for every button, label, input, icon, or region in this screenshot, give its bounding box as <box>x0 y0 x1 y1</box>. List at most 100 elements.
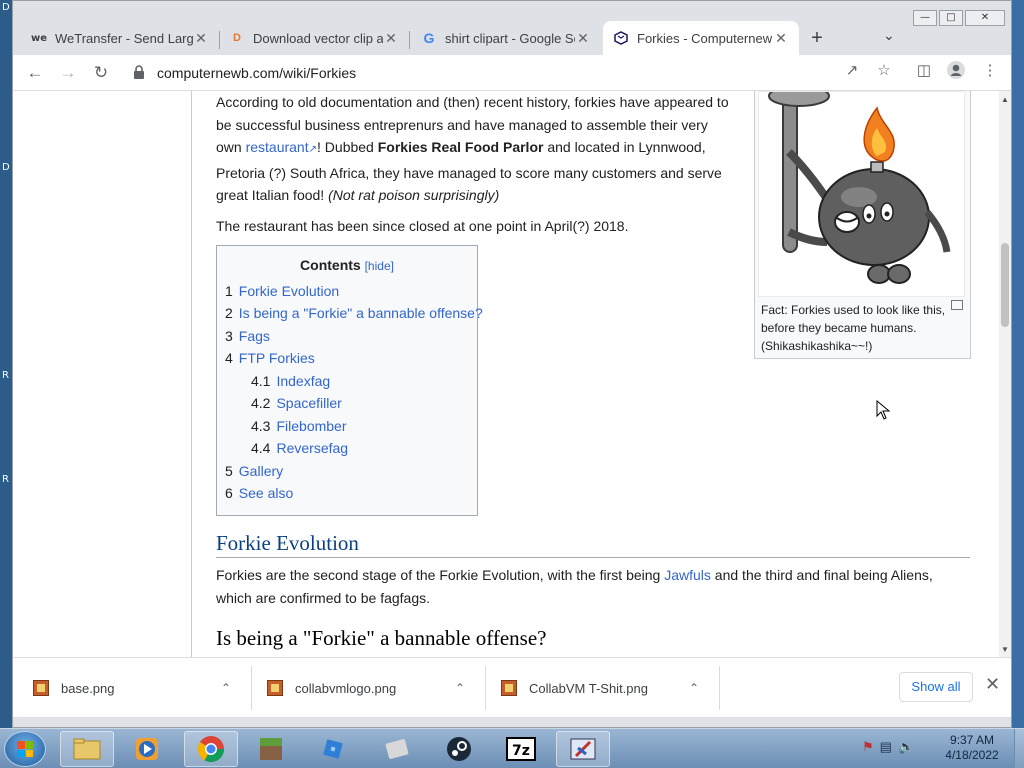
toc-item[interactable]: 4.4 Reversefag <box>225 437 469 460</box>
system-tray: ⚑ ▤ 🔈 <box>862 739 914 755</box>
toc-item[interactable]: 4.1 Indexfag <box>225 370 469 393</box>
paint-icon[interactable] <box>556 731 610 767</box>
toc-item-label: Gallery <box>238 462 284 479</box>
download-separator <box>251 666 252 710</box>
new-tab-button[interactable]: + <box>805 27 829 49</box>
forkie-image[interactable] <box>758 91 965 297</box>
tab-forkies[interactable]: Forkies - Computernewb ✕ <box>603 21 799 55</box>
toc-item[interactable]: 3 Fags <box>225 325 469 348</box>
toc-item-number: 4.3 <box>251 417 271 434</box>
disc-icon[interactable] <box>370 731 424 767</box>
roblox-icon[interactable] <box>306 731 360 767</box>
toc-item-number: 5 <box>225 462 233 479</box>
page-viewport: Fact: Forkies used to look like this, be… <box>13 91 999 657</box>
network-icon[interactable]: ▤ <box>880 739 892 755</box>
volume-icon[interactable]: 🔈 <box>898 739 914 755</box>
media-player-icon[interactable] <box>120 731 174 767</box>
chrome-icon[interactable] <box>184 731 238 767</box>
caption-text: Fact: Forkies used to look like this, be… <box>761 303 946 353</box>
close-icon[interactable]: ✕ <box>193 30 209 47</box>
tab-title: shirt clipart - Google Se <box>445 30 575 46</box>
toc-item-label: Spacefiller <box>276 395 342 411</box>
browser-window: — □ ✕ we WeTransfer - Send Large ✕ D Dow… <box>12 0 1012 728</box>
system-clock[interactable]: 9:37 AM 4/18/2022 <box>942 733 1002 763</box>
chevron-up-icon[interactable]: ⌃ <box>689 681 699 695</box>
scroll-down-arrow-icon[interactable]: ▼ <box>1001 645 1009 654</box>
tab-vector-clip[interactable]: D Download vector clip ar ✕ <box>219 21 409 55</box>
download-item[interactable]: base.png ⌃ <box>33 670 247 706</box>
toc-item[interactable]: 5 Gallery <box>225 460 469 483</box>
page-scrollbar[interactable]: ▲ ▼ <box>999 91 1011 657</box>
side-panel-icon[interactable]: ◫ <box>913 61 935 79</box>
download-item[interactable]: CollabVM T-Shit.png ⌃ <box>501 670 715 706</box>
toc-item[interactable]: 4.3 Filebomber <box>225 415 469 438</box>
toc-hide-toggle[interactable]: [hide] <box>365 259 394 273</box>
image-file-icon <box>501 680 517 696</box>
toc-item-number: 3 <box>225 327 233 344</box>
section-heading-bannable: Is being a "Forkie" a bannable offense? <box>216 626 547 650</box>
tab-strip: we WeTransfer - Send Large ✕ D Download … <box>13 19 1013 55</box>
section-heading-evolution: Forkie Evolution <box>216 531 970 558</box>
download-separator <box>719 666 720 710</box>
chevron-up-icon[interactable]: ⌃ <box>455 681 465 695</box>
toc-item-label: Forkie Evolution <box>238 282 340 299</box>
toc-list: 1 Forkie Evolution 2 Is being a "Forkie" a … <box>225 280 483 505</box>
toc-item-number: 4 <box>225 350 233 366</box>
chevron-up-icon[interactable]: ⌃ <box>221 681 231 695</box>
italic-note: (Not rat poison surprisingly) <box>328 187 500 203</box>
close-icon[interactable]: ✕ <box>575 30 591 47</box>
menu-kebab-icon[interactable]: ⋮ <box>979 61 1001 79</box>
action-center-flag-icon[interactable]: ⚑ <box>862 739 874 755</box>
scroll-thumb[interactable] <box>1001 243 1009 327</box>
show-all-button[interactable]: Show all <box>899 672 973 702</box>
restaurant-link[interactable]: restaurant <box>246 139 309 155</box>
external-link-icon: ↗ <box>308 144 318 155</box>
clock-date: 4/18/2022 <box>945 748 999 762</box>
show-desktop-button[interactable] <box>1014 729 1024 768</box>
toc-item[interactable]: 4 FTP Forkies <box>225 347 469 370</box>
toc-item-number: 4.2 <box>251 395 271 411</box>
back-arrow-icon[interactable]: ← <box>23 61 47 85</box>
start-button[interactable] <box>4 731 46 767</box>
profile-avatar[interactable] <box>945 60 967 84</box>
download-separator <box>485 666 486 710</box>
toc-item[interactable]: 1 Forkie Evolution <box>225 280 469 303</box>
share-icon[interactable]: ↗ <box>841 61 863 79</box>
enlarge-icon[interactable] <box>951 300 963 310</box>
download-filename: collabvmlogo.png <box>295 680 397 696</box>
steam-icon[interactable] <box>432 731 486 767</box>
toc-item-label: Filebomber <box>276 417 347 434</box>
explorer-icon[interactable] <box>60 731 114 767</box>
tab-wetransfer[interactable]: we WeTransfer - Send Large ✕ <box>21 21 219 55</box>
url-text[interactable]: computernewb.com/wiki/Forkies <box>157 65 356 81</box>
toc-item-label: Fags <box>238 327 270 344</box>
desktop-edge-letter: D <box>2 2 10 13</box>
bookmark-star-icon[interactable]: ☆ <box>873 61 895 79</box>
tab-search-chevron-icon[interactable]: ⌄ <box>883 27 895 44</box>
minecraft-icon[interactable] <box>244 731 298 767</box>
tab-title: WeTransfer - Send Large <box>55 30 193 46</box>
close-icon[interactable]: ✕ <box>773 30 789 47</box>
download-item[interactable]: collabvmlogo.png ⌃ <box>267 670 481 706</box>
download-filename: base.png <box>61 680 115 696</box>
desktop-edge-letter: R <box>2 370 9 381</box>
download-shelf: base.png ⌃ collabvmlogo.png ⌃ CollabVM T… <box>13 657 1011 717</box>
scroll-up-arrow-icon[interactable]: ▲ <box>1001 95 1009 104</box>
close-shelf-icon[interactable]: ✕ <box>985 674 1000 695</box>
toc-item[interactable]: 6 See also <box>225 482 469 505</box>
toc-item[interactable]: 2 Is being a "Forkie" a bannable offense? <box>225 302 483 325</box>
evolution-text: Forkies are the second stage of the Fork… <box>216 567 665 583</box>
tab-google-search[interactable]: G shirt clipart - Google Se ✕ <box>411 21 601 55</box>
toc-item-label: Is being a "Forkie" a bannable offense? <box>238 305 483 321</box>
toc-item[interactable]: 4.2 Spacefiller <box>225 392 469 415</box>
7zip-icon[interactable]: 7z <box>494 731 548 767</box>
address-bar[interactable]: computernewb.com/wiki/Forkies <box>123 59 879 87</box>
intro-paragraph: According to old documentation and (then… <box>216 91 736 207</box>
forward-arrow-icon[interactable]: → <box>56 61 80 85</box>
tab-separator <box>409 31 410 49</box>
thumbnail-caption: Fact: Forkies used to look like this, be… <box>758 297 967 359</box>
jawfuls-link[interactable]: Jawfuls <box>664 567 711 583</box>
mouse-cursor-icon <box>876 400 890 420</box>
reload-icon[interactable]: ↻ <box>89 61 113 85</box>
close-icon[interactable]: ✕ <box>383 30 399 47</box>
